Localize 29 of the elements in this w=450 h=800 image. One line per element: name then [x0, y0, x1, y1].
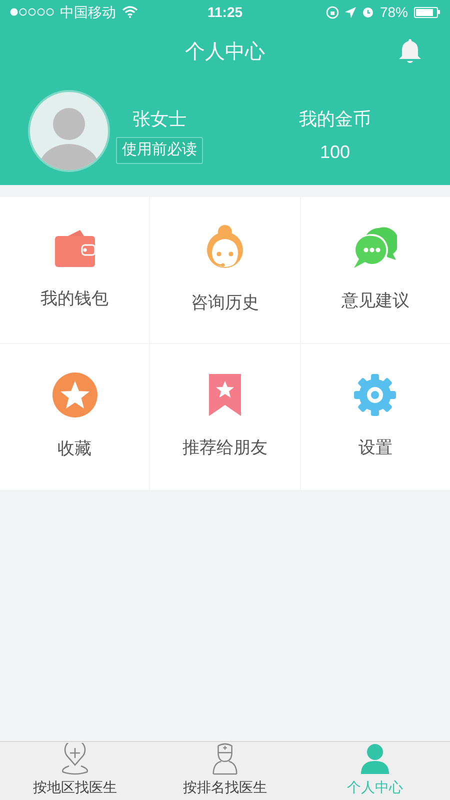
menu-grid-item[interactable]: 收藏 — [0, 344, 150, 490]
person-icon — [360, 743, 390, 775]
location-plus-icon — [60, 743, 90, 775]
user-name: 张女士 — [132, 108, 186, 131]
menu-grid-item[interactable]: 设置 — [300, 344, 450, 490]
page-title: 个人中心 — [185, 40, 265, 65]
clock-time: 11:25 — [207, 2, 243, 22]
wifi-icon — [122, 6, 138, 18]
wallet-icon — [54, 228, 96, 268]
settings-icon — [353, 373, 398, 418]
coins-count: 100 — [320, 141, 350, 164]
tab-bar-item[interactable]: 按排名找医生 — [150, 742, 300, 800]
carrier-name: 中国移动 — [60, 2, 116, 22]
bookmark-star-icon — [208, 373, 242, 418]
tab-bar-item[interactable]: 按地区找医生 — [0, 742, 150, 800]
battery-percent: 78% — [380, 2, 408, 22]
alarm-clock-icon — [362, 6, 374, 18]
location-arrow-icon — [344, 6, 356, 18]
menu-grid-item[interactable]: 意见建议 — [300, 197, 450, 343]
chat-bubbles-icon — [353, 226, 398, 270]
menu-grid-item[interactable]: 我的钱包 — [0, 197, 150, 343]
coins-label: 我的金币 — [299, 108, 371, 131]
rotation-lock-icon — [326, 6, 339, 18]
battery-icon — [414, 6, 440, 18]
menu-grid-item[interactable]: 咨询历史 — [150, 197, 300, 343]
menu-grid-item[interactable]: 推荐给朋友 — [150, 344, 300, 490]
notification-bell-icon[interactable] — [398, 38, 422, 64]
doctor-icon — [211, 742, 239, 775]
signal-dots-icon — [10, 8, 54, 16]
